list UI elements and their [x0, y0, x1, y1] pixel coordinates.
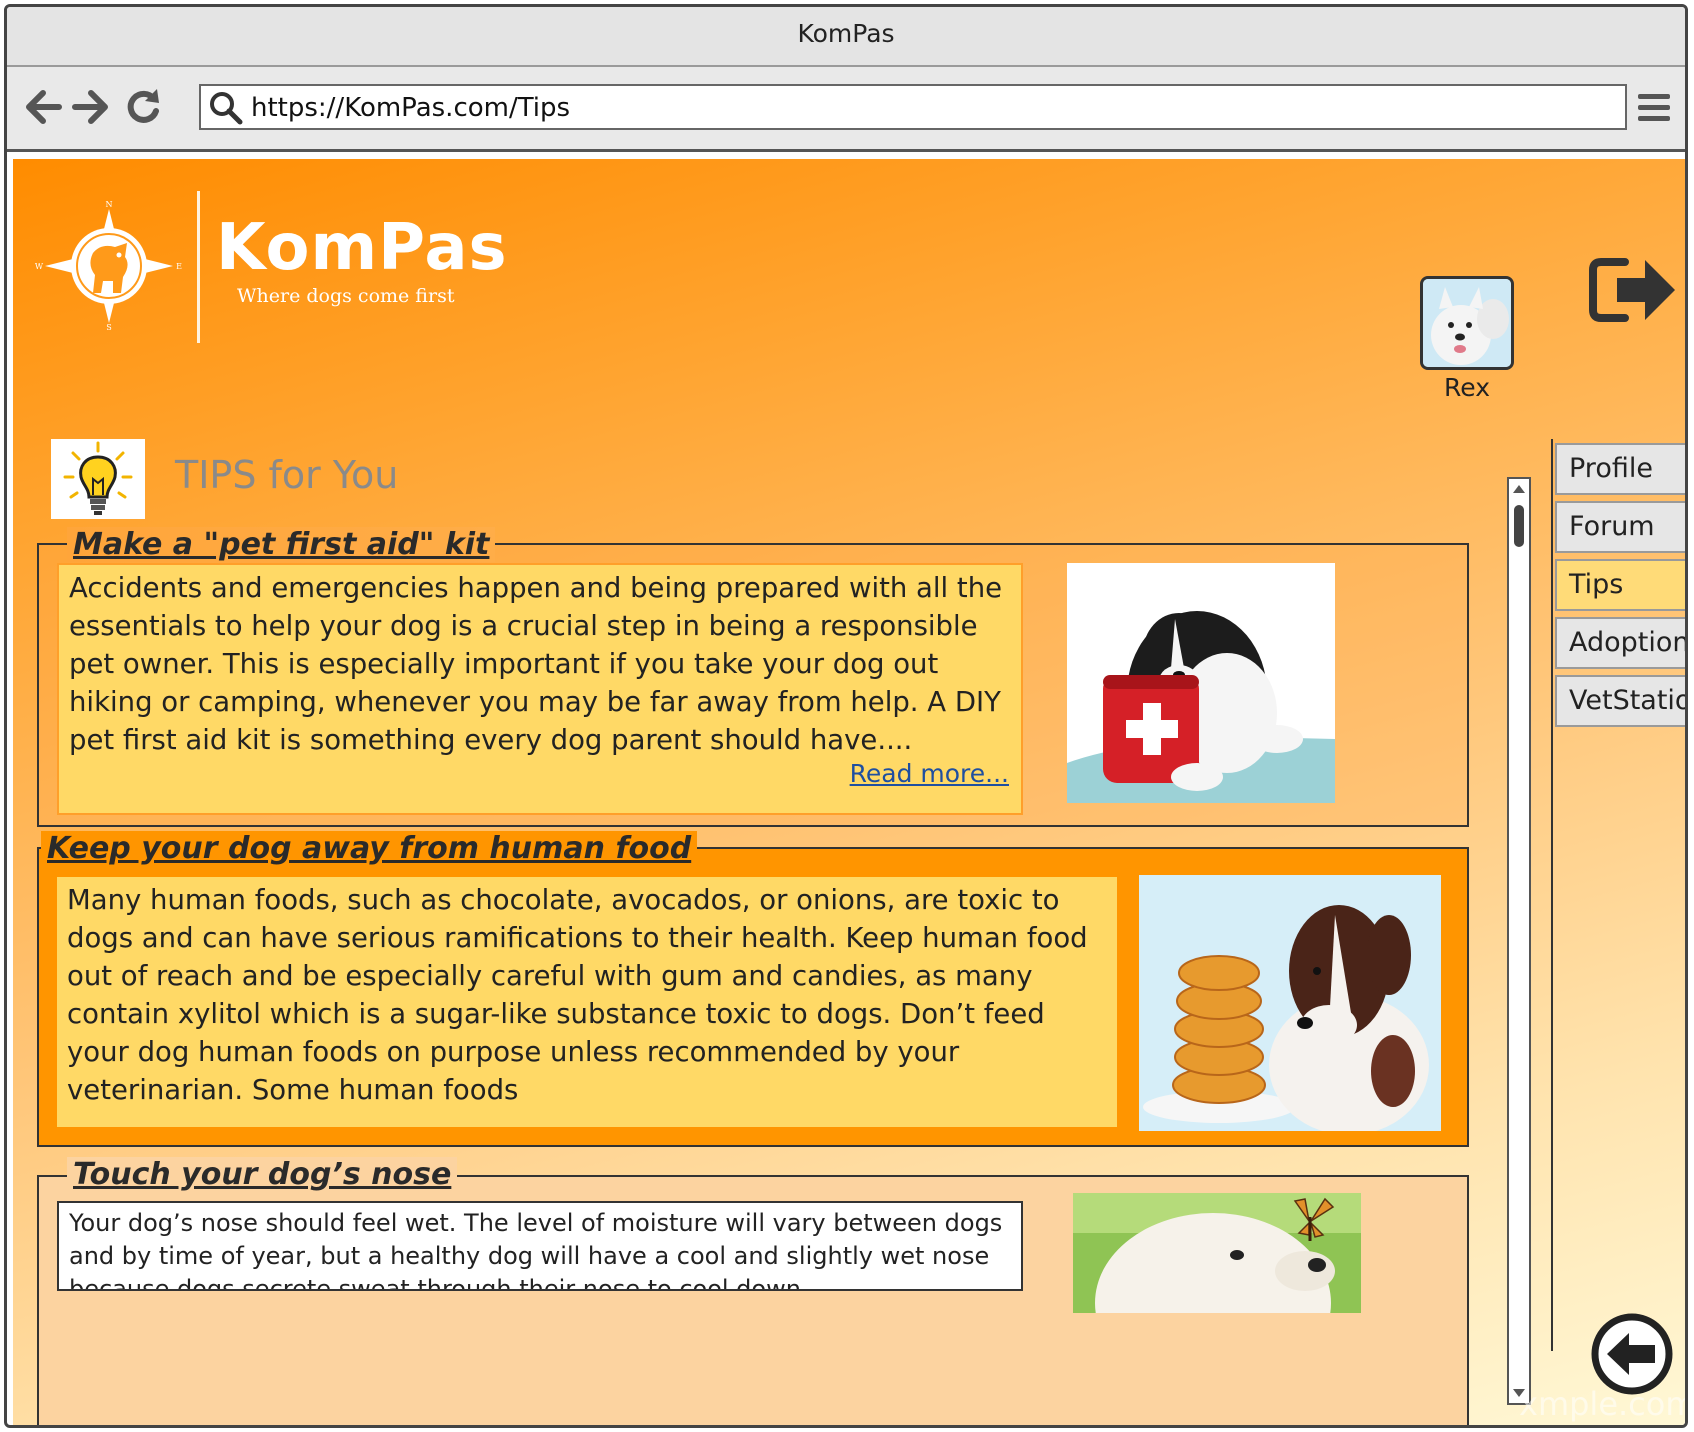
svg-text:E: E [176, 262, 182, 271]
tip-title[interactable]: Touch your dog’s nose [67, 1157, 458, 1192]
url-text[interactable]: https://KomPas.com/Tips [251, 86, 570, 130]
tip-photo-nose [1073, 1193, 1361, 1313]
tip-body: Your dog’s nose should feel wet. The lev… [69, 1209, 1003, 1291]
avatar[interactable] [1420, 276, 1514, 370]
logo-divider [197, 191, 200, 343]
address-bar[interactable]: https://KomPas.com/Tips [199, 84, 1627, 130]
puppy-first-aid-photo [1067, 563, 1335, 803]
tip-photo-human-food [1139, 875, 1441, 1131]
scroll-thumb[interactable] [1514, 505, 1524, 547]
tab-tips[interactable]: Tips [1555, 559, 1685, 611]
watermark: xmple.com [1519, 1385, 1685, 1423]
scroll-up-arrow-icon[interactable] [1512, 483, 1526, 495]
brand-name: KomPas [216, 211, 508, 285]
hamburger-menu-icon[interactable] [1637, 91, 1671, 125]
page-content: N S W E KomPas Where dogs come first Rex [13, 159, 1685, 1425]
svg-text:W: W [35, 262, 44, 271]
tip-card-first-aid: Make a "pet first aid" kit Accidents and… [37, 527, 1469, 827]
tip-card-nose: Touch your dog’s nose Your dog’s nose sh… [37, 1155, 1469, 1425]
lightbulb-icon [63, 441, 133, 515]
tab-profile[interactable]: Profile [1555, 443, 1685, 495]
tip-body-box: Accidents and emergencies happen and bei… [57, 563, 1023, 815]
tip-card-human-food: Keep your dog away from human food Many … [37, 831, 1469, 1147]
brand-tagline: Where dogs come first [237, 285, 455, 307]
tip-title[interactable]: Keep your dog away from human food [41, 831, 698, 866]
tip-body-box: Many human foods, such as chocolate, avo… [57, 877, 1117, 1127]
forward-arrow-icon[interactable] [69, 85, 113, 129]
window-title: KomPas [7, 7, 1685, 67]
vertical-scrollbar[interactable] [1507, 477, 1531, 1405]
browser-toolbar: https://KomPas.com/Tips [7, 67, 1685, 152]
section-title: TIPS for You [175, 453, 399, 497]
tab-vetstation[interactable]: VetStation [1555, 675, 1685, 727]
dog-donuts-photo [1139, 875, 1441, 1131]
tip-photo-first-aid [1067, 563, 1335, 803]
reload-icon[interactable] [121, 85, 165, 129]
read-more-link[interactable]: Read more... [850, 755, 1009, 793]
svg-text:N: N [106, 201, 113, 209]
user-name: Rex [1444, 373, 1490, 402]
search-icon [210, 92, 243, 125]
tip-body-box: Your dog’s nose should feel wet. The lev… [57, 1201, 1023, 1291]
dog-nose-butterfly-photo [1073, 1193, 1361, 1313]
tip-body: Many human foods, such as chocolate, avo… [67, 884, 1088, 1106]
tip-body: Accidents and emergencies happen and bei… [69, 572, 1003, 756]
logout-icon[interactable] [1587, 254, 1679, 326]
back-arrow-icon[interactable] [21, 85, 65, 129]
browser-window: KomPas https://KomPas.com/Tips N S W E K… [4, 4, 1688, 1428]
tip-title[interactable]: Make a "pet first aid" kit [67, 527, 496, 562]
sidebar-divider [1551, 439, 1553, 1351]
tab-adoption[interactable]: Adoption [1555, 617, 1685, 669]
lightbulb-icon-box [51, 439, 145, 519]
svg-text:S: S [106, 323, 111, 331]
tab-forum[interactable]: Forum [1555, 501, 1685, 553]
avatar-dog-photo [1423, 279, 1511, 367]
compass-dog-logo-icon: N S W E [35, 201, 182, 331]
